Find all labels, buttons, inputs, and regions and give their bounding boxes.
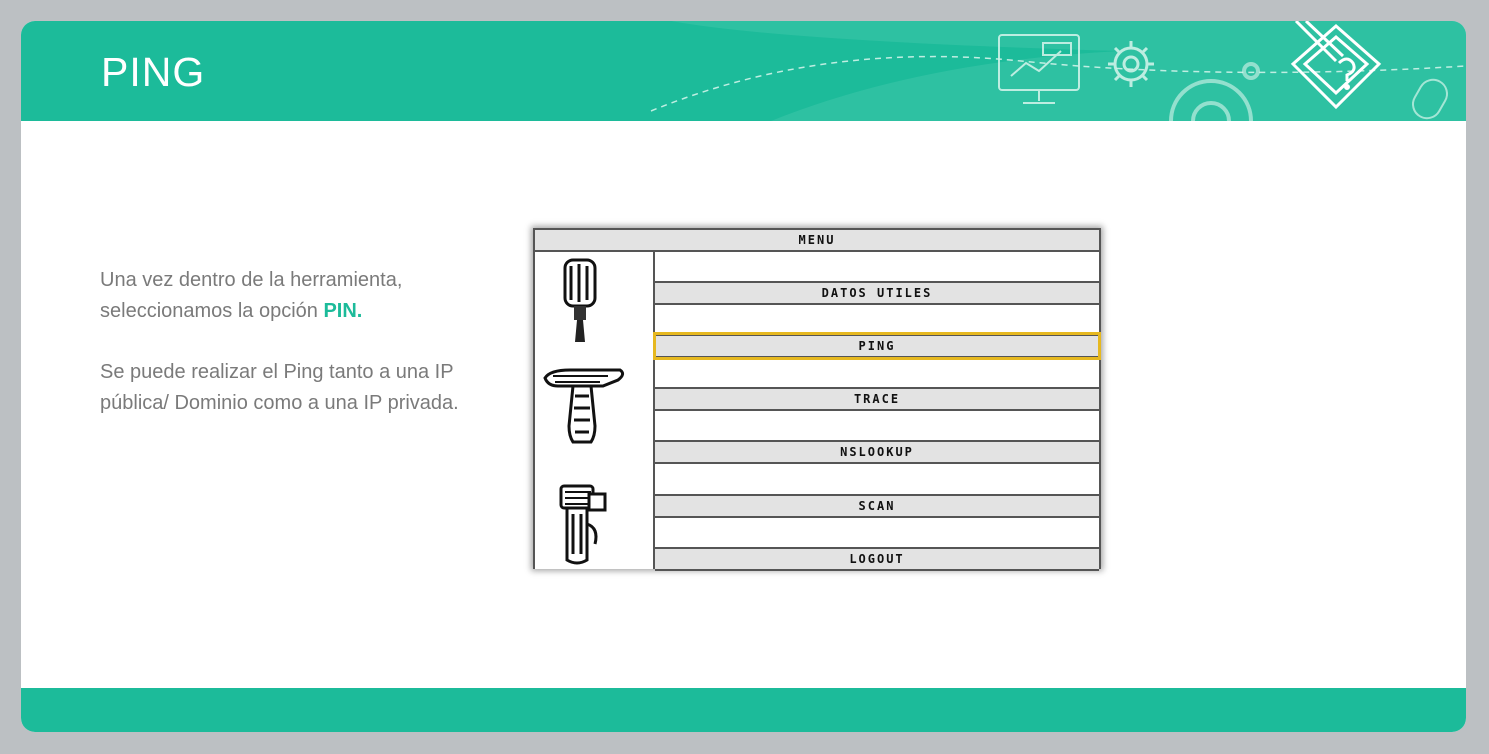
highlight-option: PIN. (323, 300, 363, 322)
body-text: Una vez dentro de la herramienta, selecc… (100, 265, 500, 449)
menu-item-datos-utiles[interactable]: DATOS UTILES (655, 281, 1099, 305)
wrench-icon (559, 484, 607, 565)
menu-header: MENU (535, 230, 1099, 252)
menu-item-ping[interactable]: PING (653, 332, 1101, 360)
slide-title: PING (101, 49, 206, 95)
menu-item-scan[interactable]: SCAN (655, 494, 1099, 518)
tool-menu-screenshot: MENU DATOS UTILES PING TRACE NSLOOKUP SC… (533, 228, 1101, 571)
menu-icon-column (535, 252, 655, 569)
hammer-icon (543, 368, 625, 444)
header-decoration (650, 21, 1466, 121)
slide-header: PING (21, 21, 1466, 121)
slide-footer (21, 688, 1466, 732)
paragraph-info: Se puede realizar el Ping tanto a una IP… (100, 361, 459, 414)
menu-item-trace[interactable]: TRACE (655, 387, 1099, 411)
slide: PING Una vez dentro de la herramienta, s… (21, 21, 1466, 732)
menu-item-logout[interactable]: LOGOUT (655, 547, 1099, 571)
paragraph-instruction: Una vez dentro de la herramienta, selecc… (100, 265, 500, 327)
menu-item-nslookup[interactable]: NSLOOKUP (655, 440, 1099, 464)
screwdriver-icon (563, 258, 597, 342)
